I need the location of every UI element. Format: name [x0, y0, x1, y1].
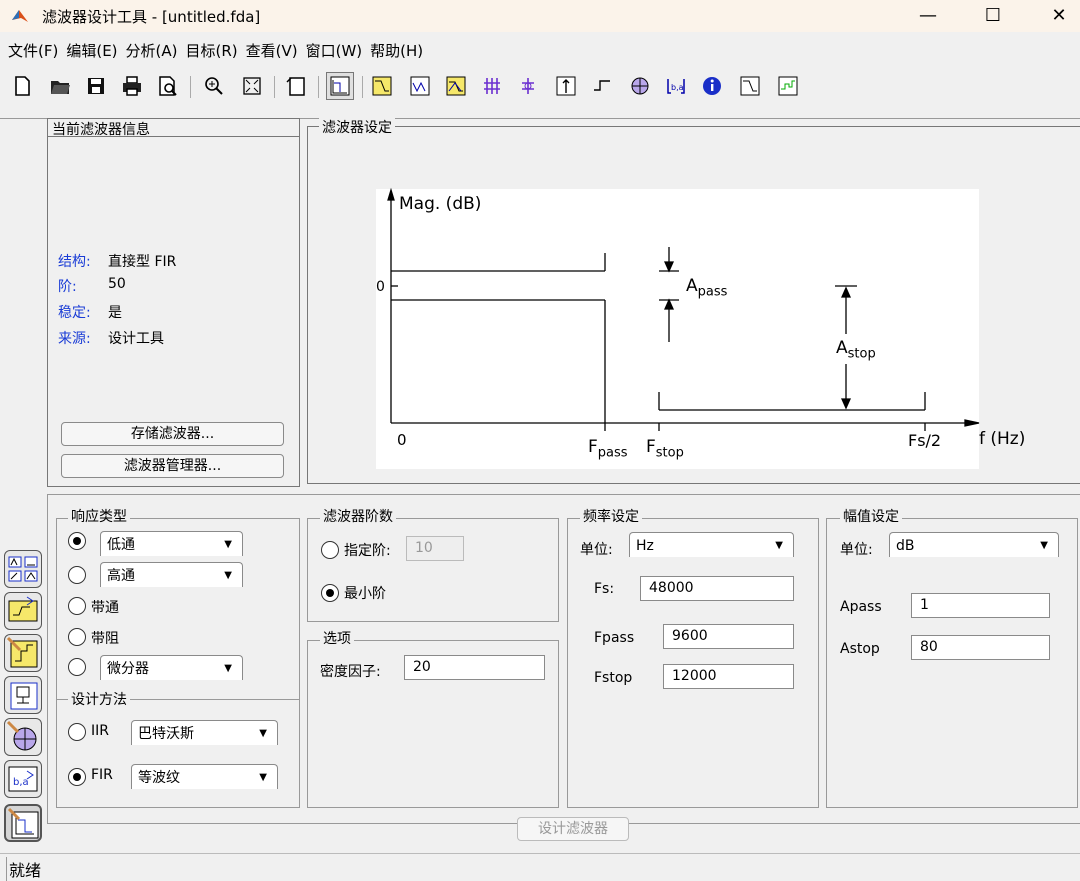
fstop-marker: Fstop	[646, 437, 684, 461]
freq-units-label: 单位:	[580, 542, 613, 558]
fpass-input[interactable]: 9600	[663, 624, 794, 649]
bandstop-label: 带阻	[91, 631, 119, 647]
y-axis-label: Mag. (dB)	[399, 194, 482, 214]
highpass-select[interactable]: 高通 ▼	[100, 562, 243, 587]
differentiator-select[interactable]: 微分器 ▼	[100, 655, 243, 680]
highpass-radio[interactable]	[68, 566, 86, 584]
lowpass-select[interactable]: 低通 ▼	[100, 531, 243, 556]
fstop-input[interactable]: 12000	[663, 664, 794, 689]
iir-label: IIR	[91, 723, 109, 739]
minimum-order-radio[interactable]	[321, 584, 339, 602]
fir-label: FIR	[91, 767, 113, 783]
import-filter-icon[interactable]	[4, 634, 42, 672]
magnitude-spec-title: 幅值设定	[840, 506, 902, 526]
fpass-label: Fpass	[594, 630, 635, 646]
response-type-title: 响应类型	[68, 506, 130, 526]
coefficients-editor-icon[interactable]: b,a	[4, 760, 42, 798]
fs-label: Fs:	[594, 581, 615, 597]
order-input[interactable]: 10	[406, 536, 464, 561]
x-axis-label: f (Hz)	[979, 429, 1026, 449]
mag-units-select[interactable]: dB ▼	[889, 532, 1059, 557]
density-factor-label: 密度因子:	[320, 664, 381, 680]
astop-marker: Astop	[836, 338, 876, 362]
bandstop-radio[interactable]	[68, 628, 86, 646]
lowpass-radio[interactable]	[68, 532, 86, 550]
freq-units-select[interactable]: Hz ▼	[629, 532, 794, 557]
fir-radio[interactable]	[68, 768, 86, 786]
design-filter-mode-icon[interactable]	[4, 804, 42, 842]
bandpass-label: 带通	[91, 600, 119, 616]
design-filter-button[interactable]: 设计滤波器	[517, 817, 629, 841]
fir-method-select[interactable]: 等波纹 ▼	[131, 764, 278, 789]
differentiator-radio[interactable]	[68, 658, 86, 676]
realize-model-icon[interactable]	[4, 592, 42, 630]
status-bar: 就绪	[0, 853, 1080, 881]
svg-text:b,a: b,a	[13, 777, 29, 788]
frequency-spec-group	[567, 518, 819, 808]
astop-label: Astop	[840, 641, 880, 657]
filter-order-group	[307, 518, 559, 622]
density-factor-input[interactable]: 20	[404, 655, 545, 680]
specify-order-radio[interactable]	[321, 541, 339, 559]
design-method-title: 设计方法	[68, 689, 130, 709]
status-text: 就绪	[6, 857, 41, 881]
apass-label: Apass	[840, 599, 882, 615]
mag-units-label: 单位:	[840, 542, 873, 558]
zero-db-label: 0	[376, 279, 385, 295]
bandpass-radio[interactable]	[68, 597, 86, 615]
pole-zero-editor-icon[interactable]	[4, 718, 42, 756]
zero-hz-label: 0	[397, 431, 407, 449]
specify-order-label: 指定阶:	[344, 543, 391, 559]
frequency-spec-title: 频率设定	[580, 506, 642, 526]
options-title: 选项	[320, 628, 354, 648]
iir-radio[interactable]	[68, 723, 86, 741]
astop-input[interactable]: 80	[911, 635, 1050, 660]
fpass-marker: Fpass	[588, 437, 628, 461]
multirate-design-icon[interactable]	[4, 676, 42, 714]
fstop-label: Fstop	[594, 670, 633, 686]
transform-filter-icon[interactable]	[4, 550, 42, 588]
fs-input[interactable]: 48000	[640, 576, 794, 601]
iir-method-select[interactable]: 巴特沃斯 ▼	[131, 720, 278, 745]
minimum-order-label: 最小阶	[344, 586, 386, 602]
filter-order-title: 滤波器阶数	[320, 506, 396, 526]
fs-half-marker: Fs/2	[908, 431, 942, 450]
apass-marker: Apass	[686, 276, 728, 300]
magnitude-spec-group	[826, 518, 1078, 808]
apass-input[interactable]: 1	[911, 593, 1050, 618]
